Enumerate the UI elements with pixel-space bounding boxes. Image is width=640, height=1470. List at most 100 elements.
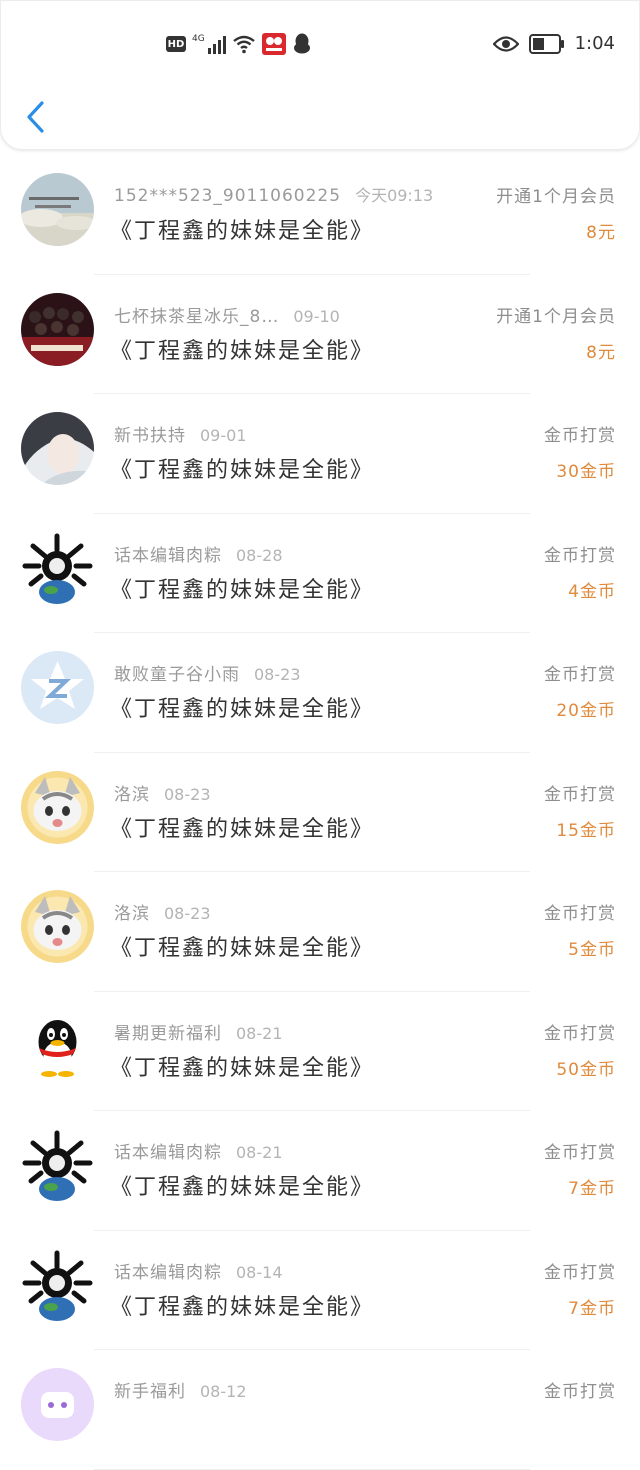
record-date: 09-10 [293, 306, 340, 326]
reward-record-item[interactable]: 话本编辑肉粽 08-14 《丁程鑫的妹妹是全能》 金币打赏 7金币 [0, 1231, 640, 1350]
user-name: 洛滨 08-23 [114, 780, 211, 805]
user-name-text: 话本编辑肉粽 [114, 545, 222, 566]
reward-amount: 4金币 [568, 581, 616, 602]
user-name-text: 七杯抹茶星冰乐_8… [114, 306, 280, 327]
qq-icon [293, 33, 310, 54]
reward-type: 金币打赏 [544, 784, 616, 805]
reward-amount: 30金币 [556, 462, 616, 482]
book-title: 《丁程鑫的妹妹是全能》 [110, 816, 375, 842]
chevron-left-icon [27, 101, 44, 133]
top-header: HD 4G 1:04 [0, 0, 640, 150]
cellular-signal-icon: 4G [192, 34, 226, 54]
book-title: 《丁程鑫的妹妹是全能》 [110, 697, 375, 722]
user-name-text: 敢败童子谷小雨 [114, 665, 240, 685]
book-title: 《丁程鑫的妹妹是全能》 [110, 1294, 375, 1320]
user-name-text: 洛滨 [114, 784, 150, 805]
reward-type: 金币打赏 [544, 665, 616, 685]
user-avatar[interactable] [21, 1129, 94, 1202]
user-avatar[interactable] [21, 651, 94, 724]
user-avatar[interactable] [21, 531, 94, 605]
status-left: HD 4G [166, 33, 312, 55]
user-avatar[interactable] [21, 173, 94, 246]
reward-record-list: 152***523_9011060225 今天09:13 《丁程鑫的妹妹是全能》 开通… [0, 155, 640, 1470]
reward-amount: 20金币 [556, 701, 616, 721]
status-right: 1:04 [492, 33, 615, 54]
user-name: 话本编辑肉粽 08-21 [114, 1138, 283, 1163]
record-date: 08-21 [236, 1023, 283, 1043]
user-name-text: 新手福利 [114, 1382, 186, 1402]
user-name: 152***523_9011060225 今天09:13 [114, 182, 433, 206]
user-name: 话本编辑肉粽 08-14 [114, 1258, 283, 1283]
reward-type: 金币打赏 [544, 1023, 616, 1044]
reward-record-item[interactable]: 话本编辑肉粽 08-28 《丁程鑫的妹妹是全能》 金币打赏 4金币 [0, 514, 640, 633]
book-title: 《丁程鑫的妹妹是全能》 [110, 1055, 375, 1081]
book-title: 《丁程鑫的妹妹是全能》 [110, 1175, 375, 1200]
reward-type: 开通1个月会员 [496, 306, 616, 327]
reward-amount: 5金币 [568, 940, 616, 960]
reward-record-item[interactable]: 152***523_9011060225 今天09:13 《丁程鑫的妹妹是全能》 开通… [0, 155, 640, 275]
book-title: 《丁程鑫的妹妹是全能》 [110, 577, 375, 603]
user-name: 新手福利 08-12 [114, 1377, 247, 1402]
user-name-text: 暑期更新福利 [114, 1023, 222, 1044]
reward-record-item[interactable]: 七杯抹茶星冰乐_8… 09-10 《丁程鑫的妹妹是全能》 开通1个月会员 8元 [0, 275, 640, 394]
reward-amount: 50金币 [556, 1059, 616, 1080]
user-avatar[interactable] [21, 292, 94, 366]
reward-amount: 7金币 [568, 1298, 616, 1319]
book-title: 《丁程鑫的妹妹是全能》 [110, 219, 375, 244]
clock: 1:04 [574, 33, 615, 54]
reward-record-item[interactable]: 洛滨 08-23 《丁程鑫的妹妹是全能》 金币打赏 5金币 [0, 872, 640, 992]
back-button[interactable] [25, 101, 47, 133]
record-date: 08-28 [236, 545, 283, 565]
user-name: 新书扶持 09-01 [114, 421, 247, 446]
user-name: 话本编辑肉粽 08-28 [114, 541, 283, 566]
reward-amount: 7金币 [568, 1179, 616, 1199]
reward-type: 金币打赏 [544, 1143, 616, 1163]
record-date: 08-14 [236, 1262, 283, 1282]
wifi-icon [232, 35, 255, 54]
record-date: 08-23 [164, 784, 211, 804]
user-name-text: 话本编辑肉粽 [114, 1143, 222, 1163]
user-name-text: 新书扶持 [114, 426, 186, 446]
reward-record-item[interactable]: 敢败童子谷小雨 08-23 《丁程鑫的妹妹是全能》 金币打赏 20金币 [0, 633, 640, 753]
battery-icon [528, 33, 564, 54]
row-divider [94, 1468, 530, 1470]
record-date: 09-01 [200, 426, 247, 445]
user-avatar[interactable] [21, 1009, 94, 1083]
record-date: 08-21 [236, 1143, 283, 1162]
eye-comfort-icon [492, 35, 519, 52]
reward-amount: 8元 [586, 223, 616, 243]
book-title: 《丁程鑫的妹妹是全能》 [110, 936, 375, 961]
user-name-text: 152***523_9011060225 [114, 186, 342, 206]
reward-type: 金币打赏 [544, 1262, 616, 1283]
reward-amount: 15金币 [556, 820, 616, 841]
network-type: 4G [192, 34, 205, 44]
user-avatar[interactable] [21, 1248, 94, 1322]
user-name: 七杯抹茶星冰乐_8… 09-10 [114, 302, 340, 327]
reward-record-item[interactable]: 话本编辑肉粽 08-21 《丁程鑫的妹妹是全能》 金币打赏 7金币 [0, 1111, 640, 1231]
book-title: 《丁程鑫的妹妹是全能》 [110, 338, 375, 364]
user-avatar[interactable] [21, 1368, 94, 1441]
hd-badge: HD [166, 36, 186, 52]
user-name: 洛滨 08-23 [114, 899, 211, 924]
reward-record-item[interactable]: 新手福利 08-12 金币打赏 [0, 1350, 640, 1470]
record-date: 08-23 [164, 904, 211, 923]
reward-record-item[interactable]: 新书扶持 09-01 《丁程鑫的妹妹是全能》 金币打赏 30金币 [0, 394, 640, 514]
reward-type: 金币打赏 [544, 545, 616, 566]
promo-app-icon [261, 33, 286, 55]
user-avatar[interactable] [21, 770, 94, 844]
record-date: 08-12 [200, 1382, 247, 1401]
user-name-text: 洛滨 [114, 904, 150, 924]
reward-record-item[interactable]: 洛滨 08-23 《丁程鑫的妹妹是全能》 金币打赏 15金币 [0, 753, 640, 872]
user-name-text: 话本编辑肉粽 [114, 1262, 222, 1283]
reward-amount: 8元 [586, 342, 616, 363]
status-bar: HD 4G 1:04 [1, 1, 640, 91]
reward-type: 开通1个月会员 [496, 187, 616, 207]
reward-type: 金币打赏 [544, 426, 616, 446]
reward-type: 金币打赏 [544, 904, 616, 924]
user-avatar[interactable] [21, 412, 94, 485]
user-name: 敢败童子谷小雨 08-23 [114, 660, 301, 685]
reward-record-item[interactable]: 暑期更新福利 08-21 《丁程鑫的妹妹是全能》 金币打赏 50金币 [0, 992, 640, 1111]
book-title: 《丁程鑫的妹妹是全能》 [110, 458, 375, 483]
user-avatar[interactable] [21, 890, 94, 963]
user-name: 暑期更新福利 08-21 [114, 1019, 283, 1044]
